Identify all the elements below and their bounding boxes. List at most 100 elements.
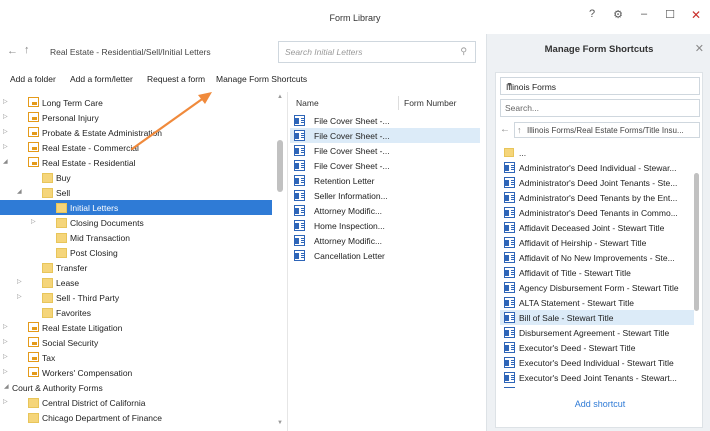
expanded-arrow-icon[interactable]: ◢ <box>4 383 9 390</box>
shortcut-item-label: Executor's Deed - Stewart Title <box>519 343 636 353</box>
search-icon[interactable]: ⚲ <box>460 46 467 57</box>
request-form-link[interactable]: Request a form <box>147 74 205 84</box>
list-item[interactable]: File Cover Sheet -... <box>290 158 480 173</box>
collapsed-arrow-icon[interactable]: ▷ <box>3 113 8 120</box>
tree-item[interactable]: ▷ Long Term Care <box>0 95 272 110</box>
tree-item[interactable]: ▷ Personal Injury <box>0 110 272 125</box>
shortcut-list-item[interactable]: ... <box>500 145 694 160</box>
shortcut-list-item[interactable]: Affidavit Deceased Joint - Stewart Title <box>500 220 694 235</box>
tree-item[interactable]: ▷ Real Estate Litigation <box>0 320 272 335</box>
scroll-down-icon[interactable]: ▼ <box>277 420 283 426</box>
panel-close-icon[interactable]: ✕ <box>695 42 704 55</box>
expanded-arrow-icon[interactable]: ◢ <box>17 188 22 195</box>
expanded-arrow-icon[interactable]: ◢ <box>3 158 8 165</box>
word-document-icon <box>294 235 305 246</box>
shortcut-up-arrow-icon[interactable]: ↑ <box>517 125 522 135</box>
shortcut-list-item[interactable]: Agency Disbursement Form - Stewart Title <box>500 280 694 295</box>
collapsed-arrow-icon[interactable]: ▷ <box>3 143 8 150</box>
collapsed-arrow-icon[interactable]: ▷ <box>3 128 8 135</box>
tree-item[interactable]: ▷ Lease <box>0 275 272 290</box>
collapsed-arrow-icon[interactable]: ▷ <box>3 98 8 105</box>
shortcut-list-item[interactable]: Affidavit of Heirship - Stewart Title <box>500 235 694 250</box>
shortcut-list-item[interactable]: Affidavit of No New Improvements - Ste..… <box>500 250 694 265</box>
column-form-number-header[interactable]: Form Number <box>404 98 456 108</box>
shortcut-list-item[interactable]: Administrator's Deed Tenants in Commo... <box>500 205 694 220</box>
chevron-down-icon[interactable]: ▼ <box>506 82 694 89</box>
help-icon[interactable]: ? <box>584 8 600 20</box>
shortcut-list-item[interactable]: Executor's Deed Tenants By Entirety - St… <box>500 385 694 388</box>
word-document-icon <box>504 327 515 338</box>
shortcut-scrollbar[interactable] <box>694 173 699 311</box>
tree-item[interactable]: ▷ Sell - Third Party <box>0 290 272 305</box>
shortcut-list-item[interactable]: Executor's Deed Individual - Stewart Tit… <box>500 355 694 370</box>
list-item[interactable]: Attorney Modific... <box>290 203 480 218</box>
collapsed-arrow-icon[interactable]: ▷ <box>3 323 8 330</box>
collapsed-arrow-icon[interactable]: ▷ <box>3 398 8 405</box>
tree-item[interactable]: ▷ Probate & Estate Administration <box>0 125 272 140</box>
tree-item[interactable]: ◢ Court & Authority Forms <box>0 380 272 395</box>
shortcut-list-item[interactable]: Executor's Deed - Stewart Title <box>500 340 694 355</box>
tree-item[interactable]: ▷ Workers' Compensation <box>0 365 272 380</box>
shortcut-list-item[interactable]: Bill of Sale - Stewart Title <box>500 310 694 325</box>
title-bar: Form Library ? ⚙ – ☐ ✕ <box>0 0 710 34</box>
tree-item[interactable]: Post Closing <box>0 245 272 260</box>
tree-item[interactable]: ▷ Central District of California <box>0 395 272 410</box>
tree-item[interactable]: ▷ Closing Documents <box>0 215 272 230</box>
shortcut-list-item[interactable]: Administrator's Deed Individual - Stewar… <box>500 160 694 175</box>
shortcut-list[interactable]: ... Administrator's Deed Individual - Ste… <box>500 145 696 388</box>
list-item[interactable]: Seller Information... <box>290 188 480 203</box>
folder-tree[interactable]: ▷ Long Term Care ▷ Personal Injury ▷ Probate … <box>0 92 285 431</box>
list-item[interactable]: File Cover Sheet -... <box>290 113 480 128</box>
tree-item[interactable]: ▷ Real Estate - Commercial <box>0 140 272 155</box>
close-window-icon[interactable]: ✕ <box>688 8 704 22</box>
tree-item[interactable]: ◢ Real Estate - Residential <box>0 155 272 170</box>
cabinet-icon <box>28 112 39 122</box>
gear-icon[interactable]: ⚙ <box>610 8 626 21</box>
tree-item[interactable]: Initial Letters <box>0 200 272 215</box>
shortcut-search-input[interactable] <box>501 100 697 116</box>
back-arrow-icon[interactable]: ← <box>7 44 21 58</box>
tree-item[interactable]: Transfer <box>0 260 272 275</box>
collapsed-arrow-icon[interactable]: ▷ <box>3 353 8 360</box>
collapsed-arrow-icon[interactable]: ▷ <box>3 338 8 345</box>
collapsed-arrow-icon[interactable]: ▷ <box>17 278 22 285</box>
list-item[interactable]: Cancellation Letter <box>290 248 480 263</box>
shortcut-list-item[interactable]: Disbursement Agreement - Stewart Title <box>500 325 694 340</box>
list-item[interactable]: Attorney Modific... <box>290 233 480 248</box>
tree-scrollbar[interactable] <box>277 140 283 192</box>
add-form-link[interactable]: Add a form/letter <box>70 74 133 84</box>
shortcut-search-box[interactable] <box>500 99 700 117</box>
library-dropdown[interactable]: Illinois Forms ▼ <box>500 77 700 95</box>
list-item[interactable]: Home Inspection... <box>290 218 480 233</box>
add-folder-link[interactable]: Add a folder <box>10 74 56 84</box>
tree-item[interactable]: ▷ Social Security <box>0 335 272 350</box>
collapsed-arrow-icon[interactable]: ▷ <box>17 293 22 300</box>
minimize-icon[interactable]: – <box>636 8 652 20</box>
shortcut-list-item[interactable]: Executor's Deed Joint Tenants - Stewart.… <box>500 370 694 385</box>
manage-form-shortcuts-link[interactable]: Manage Form Shortcuts <box>216 74 307 84</box>
tree-item[interactable]: ▷ Tax <box>0 350 272 365</box>
shortcut-back-arrow-icon[interactable]: ← <box>500 124 510 135</box>
tree-item[interactable]: ◢ Sell <box>0 185 272 200</box>
maximize-icon[interactable]: ☐ <box>662 8 678 21</box>
list-item[interactable]: File Cover Sheet -... <box>290 128 480 143</box>
tree-item[interactable]: Mid Transaction <box>0 230 272 245</box>
shortcut-list-item[interactable]: Affidavit of Title - Stewart Title <box>500 265 694 280</box>
list-item[interactable]: Retention Letter <box>290 173 480 188</box>
up-arrow-icon[interactable]: ↑ <box>24 43 38 57</box>
add-shortcut-button[interactable]: Add shortcut <box>496 399 704 409</box>
list-item[interactable]: File Cover Sheet -... <box>290 143 480 158</box>
search-input[interactable] <box>279 42 449 62</box>
tree-item[interactable]: Buy <box>0 170 272 185</box>
shortcut-list-item[interactable]: ALTA Statement - Stewart Title <box>500 295 694 310</box>
column-name-header[interactable]: Name <box>296 98 319 108</box>
shortcut-list-item[interactable]: Administrator's Deed Joint Tenants - Ste… <box>500 175 694 190</box>
collapsed-arrow-icon[interactable]: ▷ <box>3 368 8 375</box>
column-separator[interactable] <box>398 96 399 110</box>
tree-item[interactable]: Favorites <box>0 305 272 320</box>
shortcut-list-item[interactable]: Administrator's Deed Tenants by the Ent.… <box>500 190 694 205</box>
collapsed-arrow-icon[interactable]: ▷ <box>31 218 36 225</box>
search-box[interactable]: ⚲ <box>278 41 476 63</box>
scroll-up-icon[interactable]: ▲ <box>277 94 283 100</box>
tree-item[interactable]: Chicago Department of Finance <box>0 410 272 425</box>
